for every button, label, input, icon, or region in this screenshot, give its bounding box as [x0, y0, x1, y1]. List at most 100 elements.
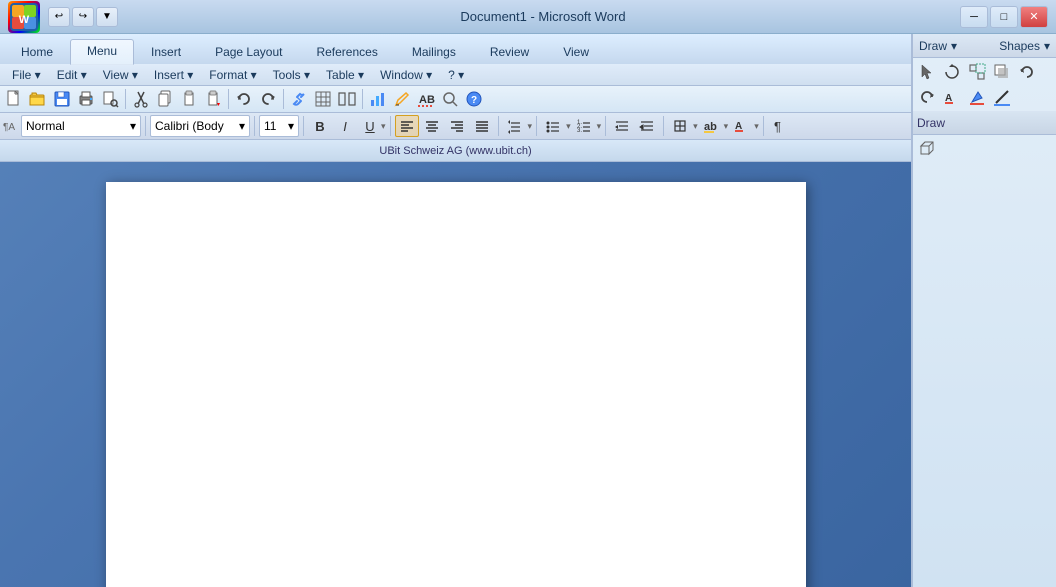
- shapes-dropdown-arrow[interactable]: ▾: [1044, 39, 1050, 53]
- tab-references[interactable]: References: [299, 40, 394, 64]
- minimize-button[interactable]: ─: [960, 6, 988, 28]
- separator1: [125, 89, 126, 109]
- document-area[interactable]: [0, 162, 911, 587]
- separator2: [228, 89, 229, 109]
- format-toolbar: ¶A Normal ▾ Calibri (Body ▾ 11 ▾ B: [0, 113, 911, 140]
- window-controls: ─ □ ✕: [960, 6, 1048, 28]
- tab-home[interactable]: Home: [4, 40, 70, 64]
- menu-edit[interactable]: Edit ▾: [49, 66, 95, 84]
- paste-special-button[interactable]: [201, 87, 225, 111]
- draw-undo-button[interactable]: [1015, 60, 1039, 84]
- draw-toolbar-buttons: A: [913, 58, 1056, 111]
- drawing-button[interactable]: [390, 87, 414, 111]
- save-button[interactable]: [50, 87, 74, 111]
- font-size-dropdown[interactable]: 11 ▾: [259, 115, 299, 137]
- tab-review[interactable]: Review: [473, 40, 546, 64]
- font-dropdown[interactable]: Calibri (Body ▾: [150, 115, 250, 137]
- print-preview-button[interactable]: [98, 87, 122, 111]
- align-right-button[interactable]: [445, 115, 469, 137]
- table-insert-button[interactable]: [311, 87, 335, 111]
- open-button[interactable]: [26, 87, 50, 111]
- ribbon-tabs: Home Menu Insert Page Layout References …: [0, 34, 911, 64]
- border-button[interactable]: [668, 115, 692, 137]
- info-text: UBit Schweiz AG (www.ubit.ch): [379, 145, 531, 157]
- tab-insert[interactable]: Insert: [134, 40, 198, 64]
- draw-row2: Draw: [913, 111, 1056, 135]
- svg-text:¶A: ¶A: [3, 122, 15, 133]
- bullets-button[interactable]: [541, 115, 565, 137]
- help-button[interactable]: ?: [462, 87, 486, 111]
- tab-menu[interactable]: Menu: [70, 39, 134, 65]
- research-button[interactable]: [438, 87, 462, 111]
- draw-redo-button[interactable]: [915, 85, 939, 109]
- hyperlink-button[interactable]: [287, 87, 311, 111]
- style-dropdown[interactable]: Normal ▾: [21, 115, 141, 137]
- draw-fill-button[interactable]: [965, 85, 989, 109]
- undo-button[interactable]: ↩: [48, 7, 70, 27]
- tab-mailings[interactable]: Mailings: [395, 40, 473, 64]
- tab-page-layout[interactable]: Page Layout: [198, 40, 299, 64]
- menu-table[interactable]: Table ▾: [318, 66, 372, 84]
- menu-window[interactable]: Window ▾: [372, 66, 440, 84]
- bold-button[interactable]: B: [308, 115, 332, 137]
- columns-button[interactable]: [335, 87, 359, 111]
- separator4: [362, 89, 363, 109]
- close-button[interactable]: ✕: [1020, 6, 1048, 28]
- draw-3d-button[interactable]: [915, 137, 939, 161]
- draw-group-button[interactable]: [965, 60, 989, 84]
- draw-select-button[interactable]: [915, 60, 939, 84]
- menu-file[interactable]: File ▾: [4, 66, 49, 84]
- align-left-button[interactable]: [395, 115, 419, 137]
- spelling-button[interactable]: ABC: [414, 87, 438, 111]
- redo-button[interactable]: ↪: [72, 7, 94, 27]
- decrease-indent-button[interactable]: [610, 115, 634, 137]
- paragraph-style-icon: ¶A: [2, 118, 18, 134]
- customize-quick-access[interactable]: ▼: [96, 7, 118, 27]
- sep-format5: [498, 116, 499, 136]
- align-center-button[interactable]: [420, 115, 444, 137]
- draw-shadow-button[interactable]: [990, 60, 1014, 84]
- svg-text:?: ?: [471, 95, 477, 106]
- new-button[interactable]: [2, 87, 26, 111]
- underline-button[interactable]: U: [358, 115, 382, 137]
- increase-indent-button[interactable]: [635, 115, 659, 137]
- print-button[interactable]: [74, 87, 98, 111]
- redo-toolbar-button[interactable]: [256, 87, 280, 111]
- cut-button[interactable]: [129, 87, 153, 111]
- maximize-button[interactable]: □: [990, 6, 1018, 28]
- menu-help[interactable]: ? ▾: [440, 66, 472, 84]
- sep-format1: [145, 116, 146, 136]
- justify-button[interactable]: [470, 115, 494, 137]
- paste-button[interactable]: [177, 87, 201, 111]
- line-spacing-button[interactable]: [503, 115, 527, 137]
- shapes-label: Shapes: [999, 39, 1040, 53]
- document-page[interactable]: [106, 182, 806, 587]
- copy-button[interactable]: [153, 87, 177, 111]
- italic-button[interactable]: I: [333, 115, 357, 137]
- sep-format4: [390, 116, 391, 136]
- numbering-button[interactable]: 1.2.3.: [572, 115, 596, 137]
- font-color-button[interactable]: A: [729, 115, 753, 137]
- draw-panel-header: Draw ▾ Shapes ▾: [913, 34, 1056, 58]
- show-hide-button[interactable]: ¶: [768, 115, 792, 137]
- svg-text:3.: 3.: [577, 128, 582, 134]
- menu-format[interactable]: Format ▾: [201, 66, 264, 84]
- sep-format8: [663, 116, 664, 136]
- draw-dropdown-arrow[interactable]: ▾: [951, 39, 957, 53]
- undo-toolbar-button[interactable]: [232, 87, 256, 111]
- toolbar-row1: ABC ?: [0, 86, 911, 113]
- tab-view[interactable]: View: [546, 40, 606, 64]
- sep-format7: [605, 116, 606, 136]
- menu-insert[interactable]: Insert ▾: [146, 66, 201, 84]
- highlight-button[interactable]: ab: [699, 115, 723, 137]
- sep-format6: [536, 116, 537, 136]
- svg-text:ABC: ABC: [419, 94, 435, 106]
- sep-format3: [303, 116, 304, 136]
- menu-tools[interactable]: Tools ▾: [265, 66, 318, 84]
- draw-rotate-button[interactable]: [940, 60, 964, 84]
- app-logo: W: [8, 1, 40, 33]
- chart-button[interactable]: [366, 87, 390, 111]
- draw-font-color-button[interactable]: A: [940, 85, 964, 109]
- menu-view[interactable]: View ▾: [95, 66, 146, 84]
- draw-line-color-button[interactable]: [990, 85, 1014, 109]
